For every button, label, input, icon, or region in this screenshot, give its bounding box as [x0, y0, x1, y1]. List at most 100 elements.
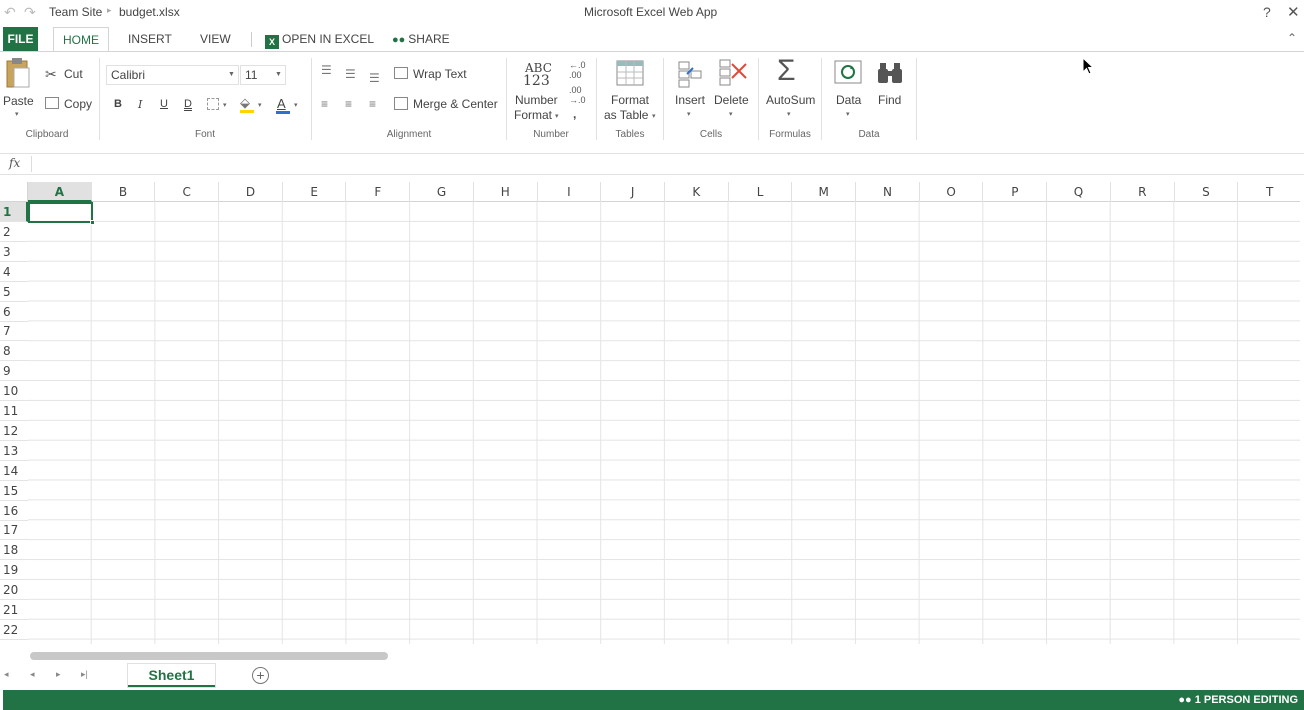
column-header[interactable]: O	[920, 182, 984, 202]
column-header[interactable]: P	[984, 182, 1048, 202]
column-header[interactable]: G	[410, 182, 474, 202]
column-header[interactable]: I	[538, 182, 602, 202]
row-header[interactable]: 1	[0, 202, 28, 222]
copy-button[interactable]: Copy	[64, 97, 92, 111]
help-icon[interactable]: ?	[1263, 4, 1271, 20]
autosum-button[interactable]: AutoSum	[766, 93, 815, 107]
insert-dropdown-icon[interactable]: ▾	[687, 110, 691, 118]
column-header[interactable]: M	[792, 182, 857, 202]
column-header[interactable]: Q	[1047, 182, 1111, 202]
delete-dropdown-icon[interactable]: ▾	[729, 110, 733, 118]
breadcrumb-site[interactable]: Team Site	[49, 5, 102, 19]
column-header[interactable]: E	[283, 182, 347, 202]
first-sheet-icon[interactable]: ◂	[4, 669, 9, 680]
undo-icon[interactable]: ↶	[4, 4, 16, 21]
select-all-corner[interactable]	[0, 182, 28, 202]
row-header[interactable]: 15	[0, 481, 28, 501]
align-right-icon[interactable]: ≡	[369, 97, 376, 111]
previous-sheet-icon[interactable]: ◂	[30, 669, 35, 680]
row-header[interactable]: 21	[0, 600, 28, 620]
delete-cells-button[interactable]: Delete	[714, 93, 749, 107]
font-color-button[interactable]: A	[277, 96, 286, 111]
data-dropdown-icon[interactable]: ▾	[846, 110, 850, 118]
column-header[interactable]: H	[474, 182, 538, 202]
column-header[interactable]: B	[92, 182, 156, 202]
tab-insert[interactable]: INSERT	[128, 27, 172, 51]
open-in-excel-button[interactable]: X OPEN IN EXCEL	[265, 27, 374, 51]
column-header[interactable]: T	[1238, 182, 1300, 202]
fill-handle[interactable]	[90, 220, 95, 225]
column-header[interactable]: C	[155, 182, 220, 202]
cut-button[interactable]: Cut	[64, 67, 83, 81]
column-header[interactable]: S	[1175, 182, 1239, 202]
borders-icon[interactable]	[207, 98, 219, 110]
selected-cell[interactable]	[28, 202, 93, 223]
row-header[interactable]: 10	[0, 381, 28, 402]
underline-button[interactable]: U	[160, 98, 168, 110]
align-top-icon[interactable]: ☰	[321, 63, 332, 77]
format-as-table-button[interactable]: Format	[611, 93, 649, 107]
wrap-text-button[interactable]: Wrap Text	[413, 67, 467, 81]
align-left-icon[interactable]: ≡	[321, 97, 328, 111]
italic-button[interactable]: I	[138, 98, 142, 111]
redo-icon[interactable]: ↷	[24, 4, 36, 21]
row-header[interactable]: 23	[0, 640, 28, 644]
data-button[interactable]: Data	[836, 93, 861, 107]
sheet-tab-sheet1[interactable]: Sheet1	[128, 664, 215, 687]
column-header[interactable]: A	[28, 182, 92, 202]
double-underline-button[interactable]: D	[184, 98, 192, 110]
row-header[interactable]: 16	[0, 501, 28, 521]
cell-area[interactable]	[28, 202, 1300, 644]
tab-view[interactable]: VIEW	[200, 27, 231, 51]
column-header[interactable]: F	[347, 182, 411, 202]
increase-decimal-icon[interactable]: ←.0.00	[569, 60, 586, 80]
row-header[interactable]: 11	[0, 401, 28, 421]
fill-color-icon[interactable]: ⬙	[240, 95, 250, 111]
share-button[interactable]: ●● SHARE	[392, 27, 450, 51]
row-header[interactable]: 4	[0, 262, 28, 282]
row-header[interactable]: 12	[0, 421, 28, 441]
column-header[interactable]: R	[1111, 182, 1175, 202]
decrease-decimal-icon[interactable]: .00 →.0	[569, 85, 586, 105]
font-size-select[interactable]: 11 ▼	[240, 65, 286, 85]
close-icon[interactable]: ✕	[1287, 3, 1300, 21]
autosum-dropdown-icon[interactable]: ▾	[787, 110, 791, 118]
row-header[interactable]: 8	[0, 341, 28, 362]
row-header[interactable]: 3	[0, 242, 28, 262]
row-header[interactable]: 14	[0, 461, 28, 481]
row-header[interactable]: 2	[0, 222, 28, 242]
row-header[interactable]: 18	[0, 540, 28, 561]
row-header[interactable]: 5	[0, 282, 28, 302]
last-sheet-icon[interactable]: ▸|	[81, 669, 88, 680]
row-header[interactable]: 20	[0, 580, 28, 601]
column-header[interactable]: D	[219, 182, 283, 202]
tab-file[interactable]: FILE	[3, 27, 38, 51]
column-header[interactable]: J	[601, 182, 665, 202]
row-header[interactable]: 22	[0, 620, 28, 640]
comma-style-button[interactable]: ,	[573, 107, 576, 121]
align-middle-icon[interactable]: ☰	[345, 67, 356, 81]
font-name-select[interactable]: Calibri ▼	[106, 65, 239, 85]
bold-button[interactable]: B	[114, 98, 122, 110]
column-header[interactable]: L	[729, 182, 793, 202]
collapse-ribbon-icon[interactable]: ⌃	[1287, 31, 1297, 45]
font-color-dropdown-icon[interactable]: ▾	[294, 101, 298, 109]
find-button[interactable]: Find	[878, 93, 901, 107]
align-center-icon[interactable]: ≡	[345, 97, 352, 111]
fill-dropdown-icon[interactable]: ▾	[258, 101, 262, 109]
people-editing-status[interactable]: ●● 1 PERSON EDITING	[1178, 694, 1298, 706]
number-format-button[interactable]: Number	[515, 93, 558, 107]
row-header[interactable]: 7	[0, 321, 28, 342]
number-format-dropdown-icon[interactable]: ▾	[555, 112, 559, 120]
horizontal-scrollbar[interactable]	[30, 652, 388, 660]
borders-dropdown-icon[interactable]: ▾	[223, 101, 227, 109]
row-header[interactable]: 6	[0, 302, 28, 322]
format-table-dropdown-icon[interactable]: ▾	[652, 112, 656, 120]
merge-center-button[interactable]: Merge & Center	[413, 97, 498, 111]
row-header[interactable]: 13	[0, 441, 28, 461]
row-header[interactable]: 19	[0, 560, 28, 581]
insert-cells-button[interactable]: Insert	[675, 93, 705, 107]
tab-home[interactable]: HOME	[53, 27, 109, 52]
row-header[interactable]: 9	[0, 361, 28, 382]
paste-button[interactable]	[4, 56, 32, 93]
